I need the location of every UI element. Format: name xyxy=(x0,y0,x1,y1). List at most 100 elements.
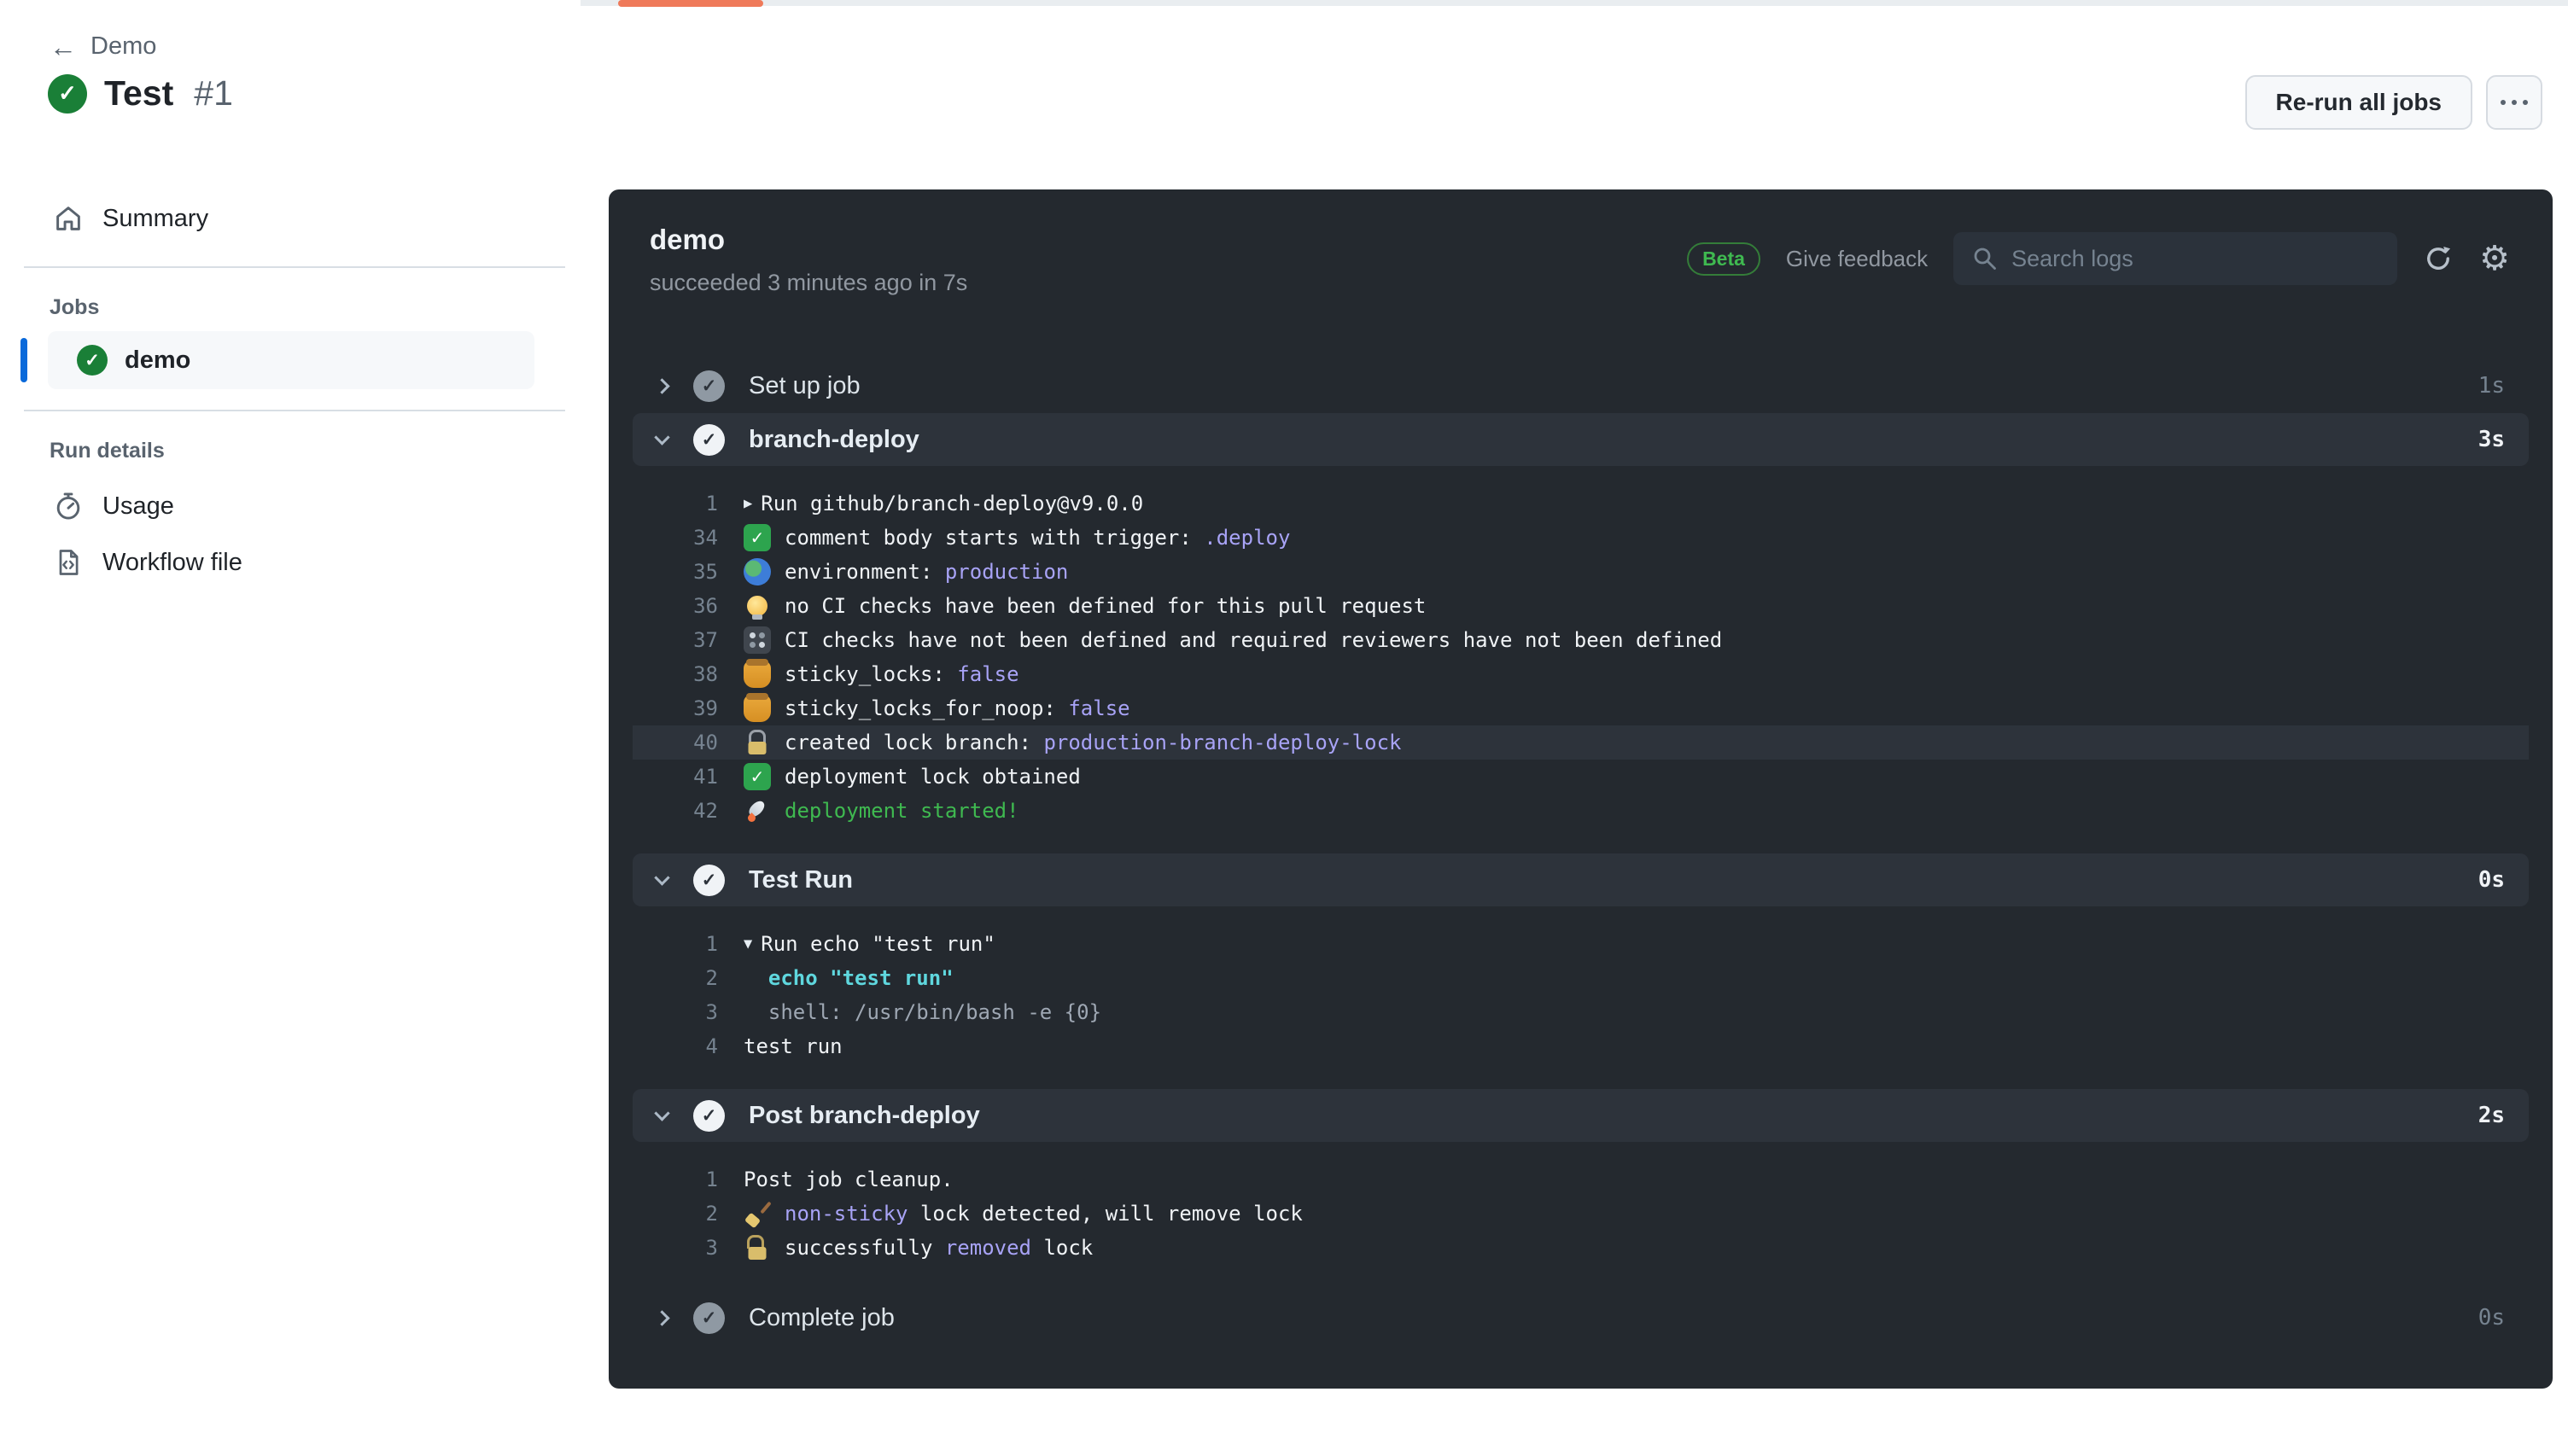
log-line-number[interactable]: 38 xyxy=(636,662,718,686)
step-success-icon: ✓ xyxy=(693,370,725,402)
log-line-content: deployment started! xyxy=(744,797,1019,824)
log-line-number[interactable]: 41 xyxy=(636,765,718,789)
log-line: 4 test run xyxy=(633,1029,2529,1063)
log-text-segment: created lock branch: xyxy=(785,731,1044,754)
log-line: 36 no CI checks have been defined for thi… xyxy=(633,589,2529,623)
sidebar-job-demo[interactable]: ✓ demo xyxy=(20,331,534,389)
log-line-content: ▶ Run github/branch-deploy@v9.0.0 xyxy=(744,492,1143,515)
check-emoji-icon xyxy=(744,524,771,551)
log-text-segment: lock xyxy=(1031,1236,1094,1260)
group-collapsed-icon[interactable]: ▶ xyxy=(744,495,752,512)
log-section-header-test-run[interactable]: ✓ Test Run 0s xyxy=(633,853,2529,906)
log-text-segment: Run github/branch-deploy@v9.0.0 xyxy=(761,492,1144,515)
search-logs-input[interactable] xyxy=(2011,245,2379,272)
log-text-segment: shell: /usr/bin/bash -e {0} xyxy=(744,1000,1102,1024)
log-line-content: ▼ Run echo "test run" xyxy=(744,932,995,956)
log-line-content: echo "test run" xyxy=(744,966,954,990)
chevron-down-icon xyxy=(654,869,670,886)
honey-emoji-icon xyxy=(744,661,771,688)
rerun-all-jobs-button[interactable]: Re-run all jobs xyxy=(2244,75,2472,130)
step-duration: 3s xyxy=(2478,427,2505,452)
broom-emoji-icon xyxy=(744,1200,771,1227)
search-logs-box[interactable] xyxy=(1953,232,2398,285)
log-line: 40 created lock branch: production-branch… xyxy=(633,725,2529,760)
step-duration: 0s xyxy=(2478,867,2505,893)
log-line-number[interactable]: 36 xyxy=(636,594,718,618)
log-line: 1 ▶ Run github/branch-deploy@v9.0.0 xyxy=(633,486,2529,521)
log-panel: demo succeeded 3 minutes ago in 7s Beta … xyxy=(609,189,2553,1389)
log-line-number[interactable]: 42 xyxy=(636,799,718,823)
log-line: 35 environment: production xyxy=(633,555,2529,589)
back-label: Demo xyxy=(90,32,157,60)
group-expanded-icon[interactable]: ▼ xyxy=(744,935,752,952)
log-text-segment: production-branch-deploy-lock xyxy=(1043,731,1402,754)
log-line-number[interactable]: 40 xyxy=(636,731,718,754)
log-line: 39 sticky_locks_for_noop: false xyxy=(633,691,2529,725)
log-line-number[interactable]: 34 xyxy=(636,526,718,550)
log-line-content: non-sticky lock detected, will remove lo… xyxy=(744,1200,1303,1227)
log-section-body: 1 Post job cleanup. 2 non-sticky lock detec… xyxy=(633,1142,2529,1290)
chevron-down-icon xyxy=(654,428,670,446)
kebab-icon xyxy=(2501,100,2528,105)
log-line-content: comment body starts with trigger: .deplo… xyxy=(744,524,1290,551)
step-success-icon: ✓ xyxy=(693,423,725,456)
step-success-icon: ✓ xyxy=(693,864,725,896)
bulb-emoji-icon xyxy=(744,592,771,620)
chevron-down-icon xyxy=(654,1104,670,1121)
back-link[interactable]: ← Demo xyxy=(50,32,156,61)
more-options-button[interactable] xyxy=(2486,75,2542,130)
step-success-icon: ✓ xyxy=(693,1099,725,1132)
job-label: demo xyxy=(125,346,191,374)
log-text-segment: deployment lock obtained xyxy=(785,765,1081,789)
log-section-body: 1 ▶ Run github/branch-deploy@v9.0.0 34 comme… xyxy=(633,466,2529,853)
log-text-segment: .deploy xyxy=(1204,526,1291,550)
log-section-header-complete-job[interactable]: ✓ Complete job 0s xyxy=(633,1296,2529,1340)
log-section-header-post-branch-deploy[interactable]: ✓ Post branch-deploy 2s xyxy=(633,1089,2529,1142)
log-line-content: sticky_locks_for_noop: false xyxy=(744,695,1130,722)
run-success-icon: ✓ xyxy=(48,73,87,114)
lock-emoji-icon xyxy=(744,729,771,756)
log-text-segment: false xyxy=(1068,696,1130,720)
log-text-segment: successfully xyxy=(785,1236,945,1260)
log-line-number[interactable]: 3 xyxy=(636,1000,718,1024)
sidebar-item-usage[interactable]: Usage xyxy=(53,478,531,534)
log-line-number[interactable]: 3 xyxy=(636,1236,718,1260)
refresh-icon[interactable] xyxy=(2423,243,2454,274)
log-line-number[interactable]: 2 xyxy=(636,966,718,990)
log-text-segment: Post job cleanup. xyxy=(744,1168,954,1191)
log-line: 38 sticky_locks: false xyxy=(633,657,2529,691)
step-duration: 2s xyxy=(2478,1103,2505,1128)
log-line-content: test run xyxy=(744,1034,843,1058)
sidebar: ← Demo ✓ Test #1 Summary Jobs ✓ demo Run … xyxy=(0,0,581,1456)
sidebar-item-workflow-file[interactable]: Workflow file xyxy=(53,534,531,591)
beta-badge: Beta xyxy=(1687,242,1760,276)
gear-icon[interactable]: ⚙ xyxy=(2479,242,2510,276)
log-section-title: Test Run xyxy=(749,865,853,894)
run-title-name: Test xyxy=(104,73,174,113)
log-line: 41 deployment lock obtained xyxy=(633,760,2529,794)
sidebar-item-summary-label: Summary xyxy=(102,204,209,232)
log-line-number[interactable]: 4 xyxy=(636,1034,718,1058)
log-line-number[interactable]: 2 xyxy=(636,1202,718,1226)
give-feedback-link[interactable]: Give feedback xyxy=(1786,246,1928,272)
home-icon xyxy=(53,203,84,234)
log-section-header-set-up-job[interactable]: ✓ Set up job 1s xyxy=(633,364,2529,408)
page-loading-thumb xyxy=(618,0,763,7)
step-success-icon: ✓ xyxy=(693,1302,725,1334)
log-text-segment: Run echo "test run" xyxy=(761,932,995,956)
log-line-number[interactable]: 1 xyxy=(636,1168,718,1191)
job-success-icon: ✓ xyxy=(77,345,108,376)
log-text-segment: echo "test run" xyxy=(767,966,954,990)
log-section-header-branch-deploy[interactable]: ✓ branch-deploy 3s xyxy=(633,413,2529,466)
log-line-number[interactable]: 39 xyxy=(636,696,718,720)
sidebar-item-summary[interactable]: Summary xyxy=(53,203,208,234)
run-title: ✓ Test #1 xyxy=(48,73,233,114)
log-line-content: Post job cleanup. xyxy=(744,1168,954,1191)
log-line-number[interactable]: 37 xyxy=(636,628,718,652)
log-text-segment: deployment started! xyxy=(785,799,1019,823)
log-line-number[interactable]: 35 xyxy=(636,560,718,584)
log-text-segment: test run xyxy=(744,1034,843,1058)
log-line-number[interactable]: 1 xyxy=(636,492,718,515)
log-line-number[interactable]: 1 xyxy=(636,932,718,956)
knobs-emoji-icon xyxy=(744,626,771,654)
